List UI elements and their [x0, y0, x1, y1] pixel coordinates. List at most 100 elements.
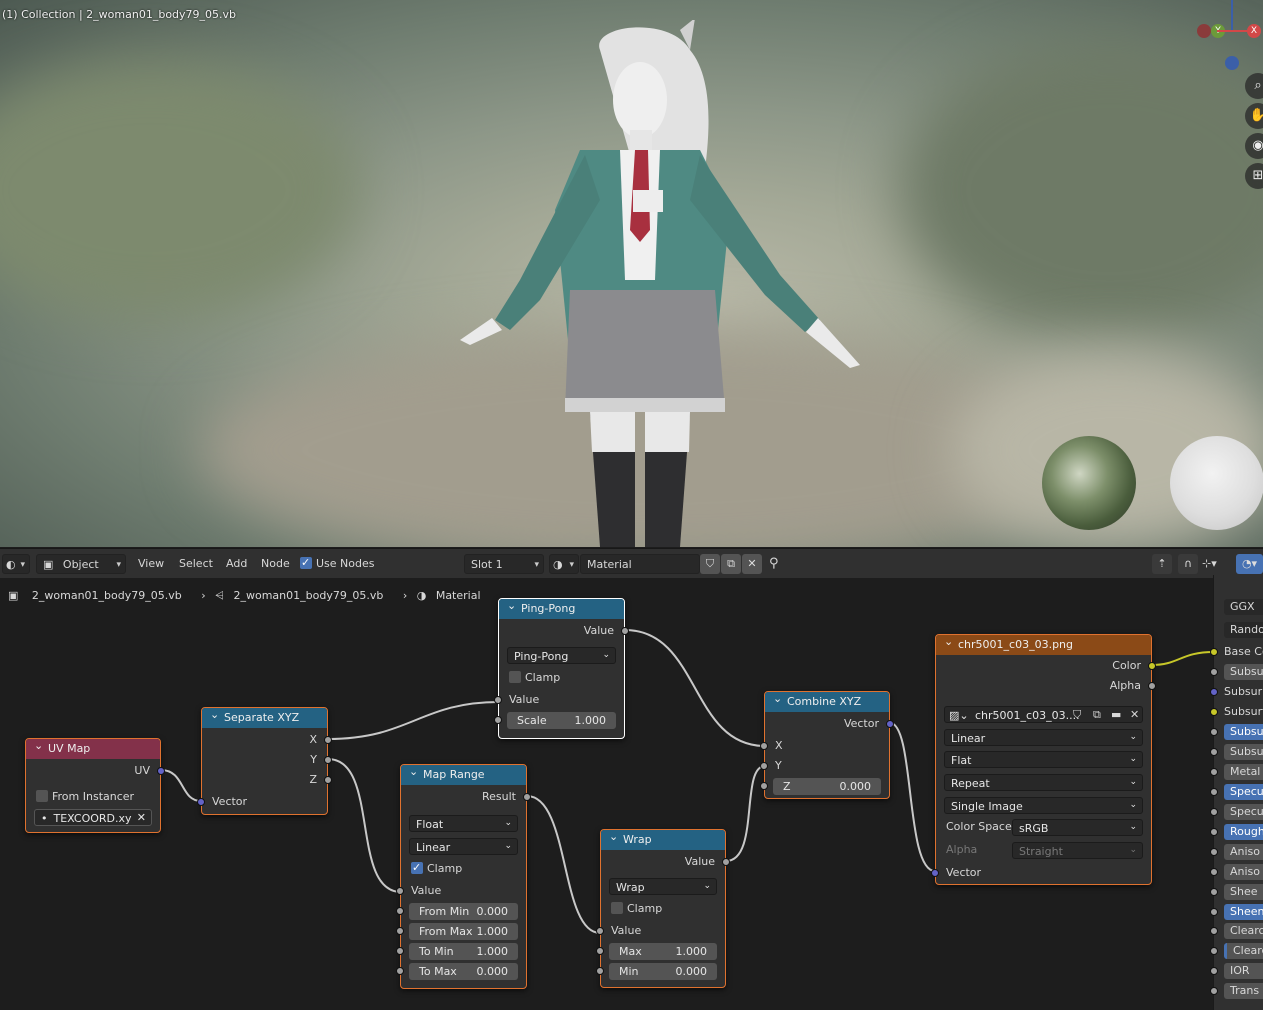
- ping-pong-clamp-row[interactable]: Clamp: [499, 668, 624, 688]
- uv-map-node[interactable]: UV Map UV From Instancer • TEXCOORD.xy ✕: [25, 736, 165, 833]
- map-range-from-min-socket[interactable]: [396, 907, 404, 915]
- snapping-options-icon[interactable]: ⊹▾: [1202, 554, 1228, 574]
- wrap-max-socket[interactable]: [596, 947, 604, 955]
- uv-map-node-header[interactable]: UV Map: [26, 736, 160, 759]
- combine-xyz-node-header[interactable]: Combine XYZ: [765, 689, 889, 712]
- image-texture-node[interactable]: chr5001_c03_03.png Color Alpha ▨⌄ chr500…: [931, 632, 1156, 885]
- pin-icon[interactable]: ⚲: [769, 554, 779, 574]
- use-nodes-checkbox[interactable]: [300, 553, 312, 573]
- separate-xyz-node-header[interactable]: Separate XYZ: [202, 705, 327, 728]
- gizmo-x-negative[interactable]: [1197, 24, 1211, 38]
- map-range-to-min-socket[interactable]: [396, 947, 404, 955]
- wrap-min-field[interactable]: Min 0.000: [609, 963, 717, 980]
- ping-pong-node-header[interactable]: Ping-Pong: [499, 596, 624, 619]
- sheen-tint-input[interactable]: Sheen: [1210, 902, 1263, 922]
- separate-vector-socket[interactable]: [197, 798, 205, 806]
- map-range-data-type-dropdown[interactable]: Float ⌄: [409, 815, 518, 832]
- ping-pong-node[interactable]: Ping-Pong Value Ping-Pong⌄ Clamp Value S…: [494, 596, 629, 739]
- ping-pong-operation-dropdown[interactable]: Ping-Pong ⌄: [507, 647, 616, 664]
- metallic-input[interactable]: Metal: [1210, 762, 1263, 782]
- map-range-interpolation-dropdown[interactable]: Linear ⌄: [409, 838, 518, 855]
- image-fake-user-shield-icon[interactable]: ⛉: [1073, 705, 1081, 725]
- from-instancer-checkbox[interactable]: [36, 790, 48, 802]
- wrap-clamp-row[interactable]: Clamp: [601, 899, 725, 919]
- slot-dropdown[interactable]: Slot 1 ▾: [464, 554, 544, 574]
- clear-uv-icon[interactable]: ✕: [137, 809, 146, 826]
- color-space-dropdown[interactable]: sRGB ⌄: [1012, 819, 1143, 836]
- image-unlink-close-icon[interactable]: ✕: [1130, 705, 1139, 725]
- subsurface-input[interactable]: Subsu: [1210, 662, 1263, 682]
- map-range-to-max-socket[interactable]: [396, 967, 404, 975]
- menu-node[interactable]: Node: [261, 554, 290, 574]
- uv-output-socket[interactable]: [157, 767, 165, 775]
- image-projection-dropdown[interactable]: Flat ⌄: [944, 751, 1143, 768]
- 3d-viewport[interactable]: (1) Collection | 2_woman01_body79_05.vb: [0, 0, 1263, 547]
- node-editor-canvas[interactable]: ▣ 2_woman01_body79_05.vb › ⩤ 2_woman01_b…: [0, 578, 1263, 1010]
- combine-z-socket[interactable]: [760, 782, 768, 790]
- sheen-input[interactable]: Shee: [1210, 882, 1263, 902]
- roughness-input[interactable]: Rough: [1210, 822, 1263, 842]
- base-color-input[interactable]: Base Co: [1210, 642, 1263, 662]
- wrap-max-field[interactable]: Max 1.000: [609, 943, 717, 960]
- combine-z-field[interactable]: Z 0.000: [773, 778, 881, 795]
- clearcoat-input[interactable]: Clearc: [1210, 921, 1263, 941]
- gizmo-x-axis[interactable]: X: [1247, 24, 1261, 38]
- subsurface-color-input[interactable]: Subsurfa: [1210, 702, 1263, 722]
- anisotropic-input[interactable]: Aniso: [1210, 842, 1263, 862]
- character-model[interactable]: [440, 20, 890, 547]
- image-vector-socket[interactable]: [931, 869, 939, 877]
- specular-input[interactable]: Specu: [1210, 782, 1263, 802]
- combine-xyz-node[interactable]: Combine XYZ Vector X Y Z 0.000: [760, 689, 894, 799]
- editor-type-dropdown[interactable]: ◐ ▾: [2, 554, 30, 574]
- specular-tint-input[interactable]: Specu: [1210, 802, 1263, 822]
- ping-pong-clamp-checkbox[interactable]: [509, 671, 521, 683]
- map-range-result-socket[interactable]: [523, 793, 531, 801]
- uv-map-field[interactable]: • TEXCOORD.xy ✕: [34, 809, 152, 826]
- transmission-input[interactable]: Trans: [1210, 981, 1263, 1001]
- menu-select[interactable]: Select: [179, 554, 213, 574]
- map-range-node[interactable]: Map Range Result Float⌄ Linear⌄ Clamp Va…: [396, 762, 531, 989]
- parent-node-tree-icon[interactable]: ⇡: [1152, 554, 1172, 574]
- wrap-clamp-checkbox[interactable]: [611, 902, 623, 914]
- image-texture-node-header[interactable]: chr5001_c03_03.png: [936, 632, 1151, 655]
- map-range-to-max-field[interactable]: To Max 0.000: [409, 963, 518, 980]
- separate-z-socket[interactable]: [324, 776, 332, 784]
- map-range-from-max-socket[interactable]: [396, 927, 404, 935]
- ping-pong-output-socket[interactable]: [621, 627, 629, 635]
- from-instancer-row[interactable]: From Instancer: [26, 787, 160, 807]
- anisotropic-rotation-input[interactable]: Aniso: [1210, 862, 1263, 882]
- map-range-from-min-field[interactable]: From Min 0.000: [409, 903, 518, 920]
- material-browse-button[interactable]: ◑ ▾: [549, 554, 579, 574]
- map-range-value-socket[interactable]: [396, 887, 404, 895]
- image-duplicate-icon[interactable]: ⧉: [1093, 705, 1101, 725]
- fake-user-shield-icon[interactable]: ⛉: [700, 554, 720, 574]
- separate-x-socket[interactable]: [324, 736, 332, 744]
- wrap-min-socket[interactable]: [596, 967, 604, 975]
- map-range-clamp-checkbox[interactable]: [411, 858, 423, 878]
- overlays-icon[interactable]: ◔▾: [1236, 554, 1263, 574]
- map-range-node-header[interactable]: Map Range: [401, 762, 526, 785]
- menu-add[interactable]: Add: [226, 554, 247, 574]
- wrap-node[interactable]: Wrap Value Wrap⌄ Clamp Value Max 1.000 Mi…: [596, 827, 730, 988]
- wrap-value-socket[interactable]: [596, 927, 604, 935]
- principled-bsdf-node-partial[interactable]: GGX Randor Base Co Subsu Subsur Subsurfa…: [1210, 575, 1263, 1010]
- map-range-clamp-row[interactable]: Clamp: [401, 858, 526, 879]
- image-source-dropdown[interactable]: Single Image ⌄: [944, 797, 1143, 814]
- wrap-output-socket[interactable]: [722, 858, 730, 866]
- separate-xyz-node[interactable]: Separate XYZ X Y Z Vector: [197, 705, 332, 815]
- ping-pong-scale-field[interactable]: Scale 1.000: [507, 712, 616, 729]
- wrap-operation-dropdown[interactable]: Wrap ⌄: [609, 878, 717, 895]
- ping-pong-scale-socket[interactable]: [494, 716, 502, 724]
- use-nodes-toggle[interactable]: Use Nodes: [300, 553, 375, 574]
- combine-vector-socket[interactable]: [886, 720, 894, 728]
- distribution-dropdown[interactable]: GGX: [1214, 597, 1263, 617]
- image-interpolation-dropdown[interactable]: Linear ⌄: [944, 729, 1143, 746]
- map-range-from-max-field[interactable]: From Max 1.000: [409, 923, 518, 940]
- subsurface-ior-input[interactable]: Subsu: [1210, 722, 1263, 742]
- clearcoat-roughness-input[interactable]: Clearc: [1210, 941, 1263, 961]
- mode-dropdown[interactable]: ▣ Object ▾: [36, 554, 126, 574]
- subsurface-radius-input[interactable]: Subsur: [1210, 682, 1263, 702]
- image-extension-dropdown[interactable]: Repeat ⌄: [944, 774, 1143, 791]
- subsurface-method-dropdown[interactable]: Randor: [1214, 620, 1263, 640]
- image-browse-icon[interactable]: ▨⌄: [949, 707, 969, 724]
